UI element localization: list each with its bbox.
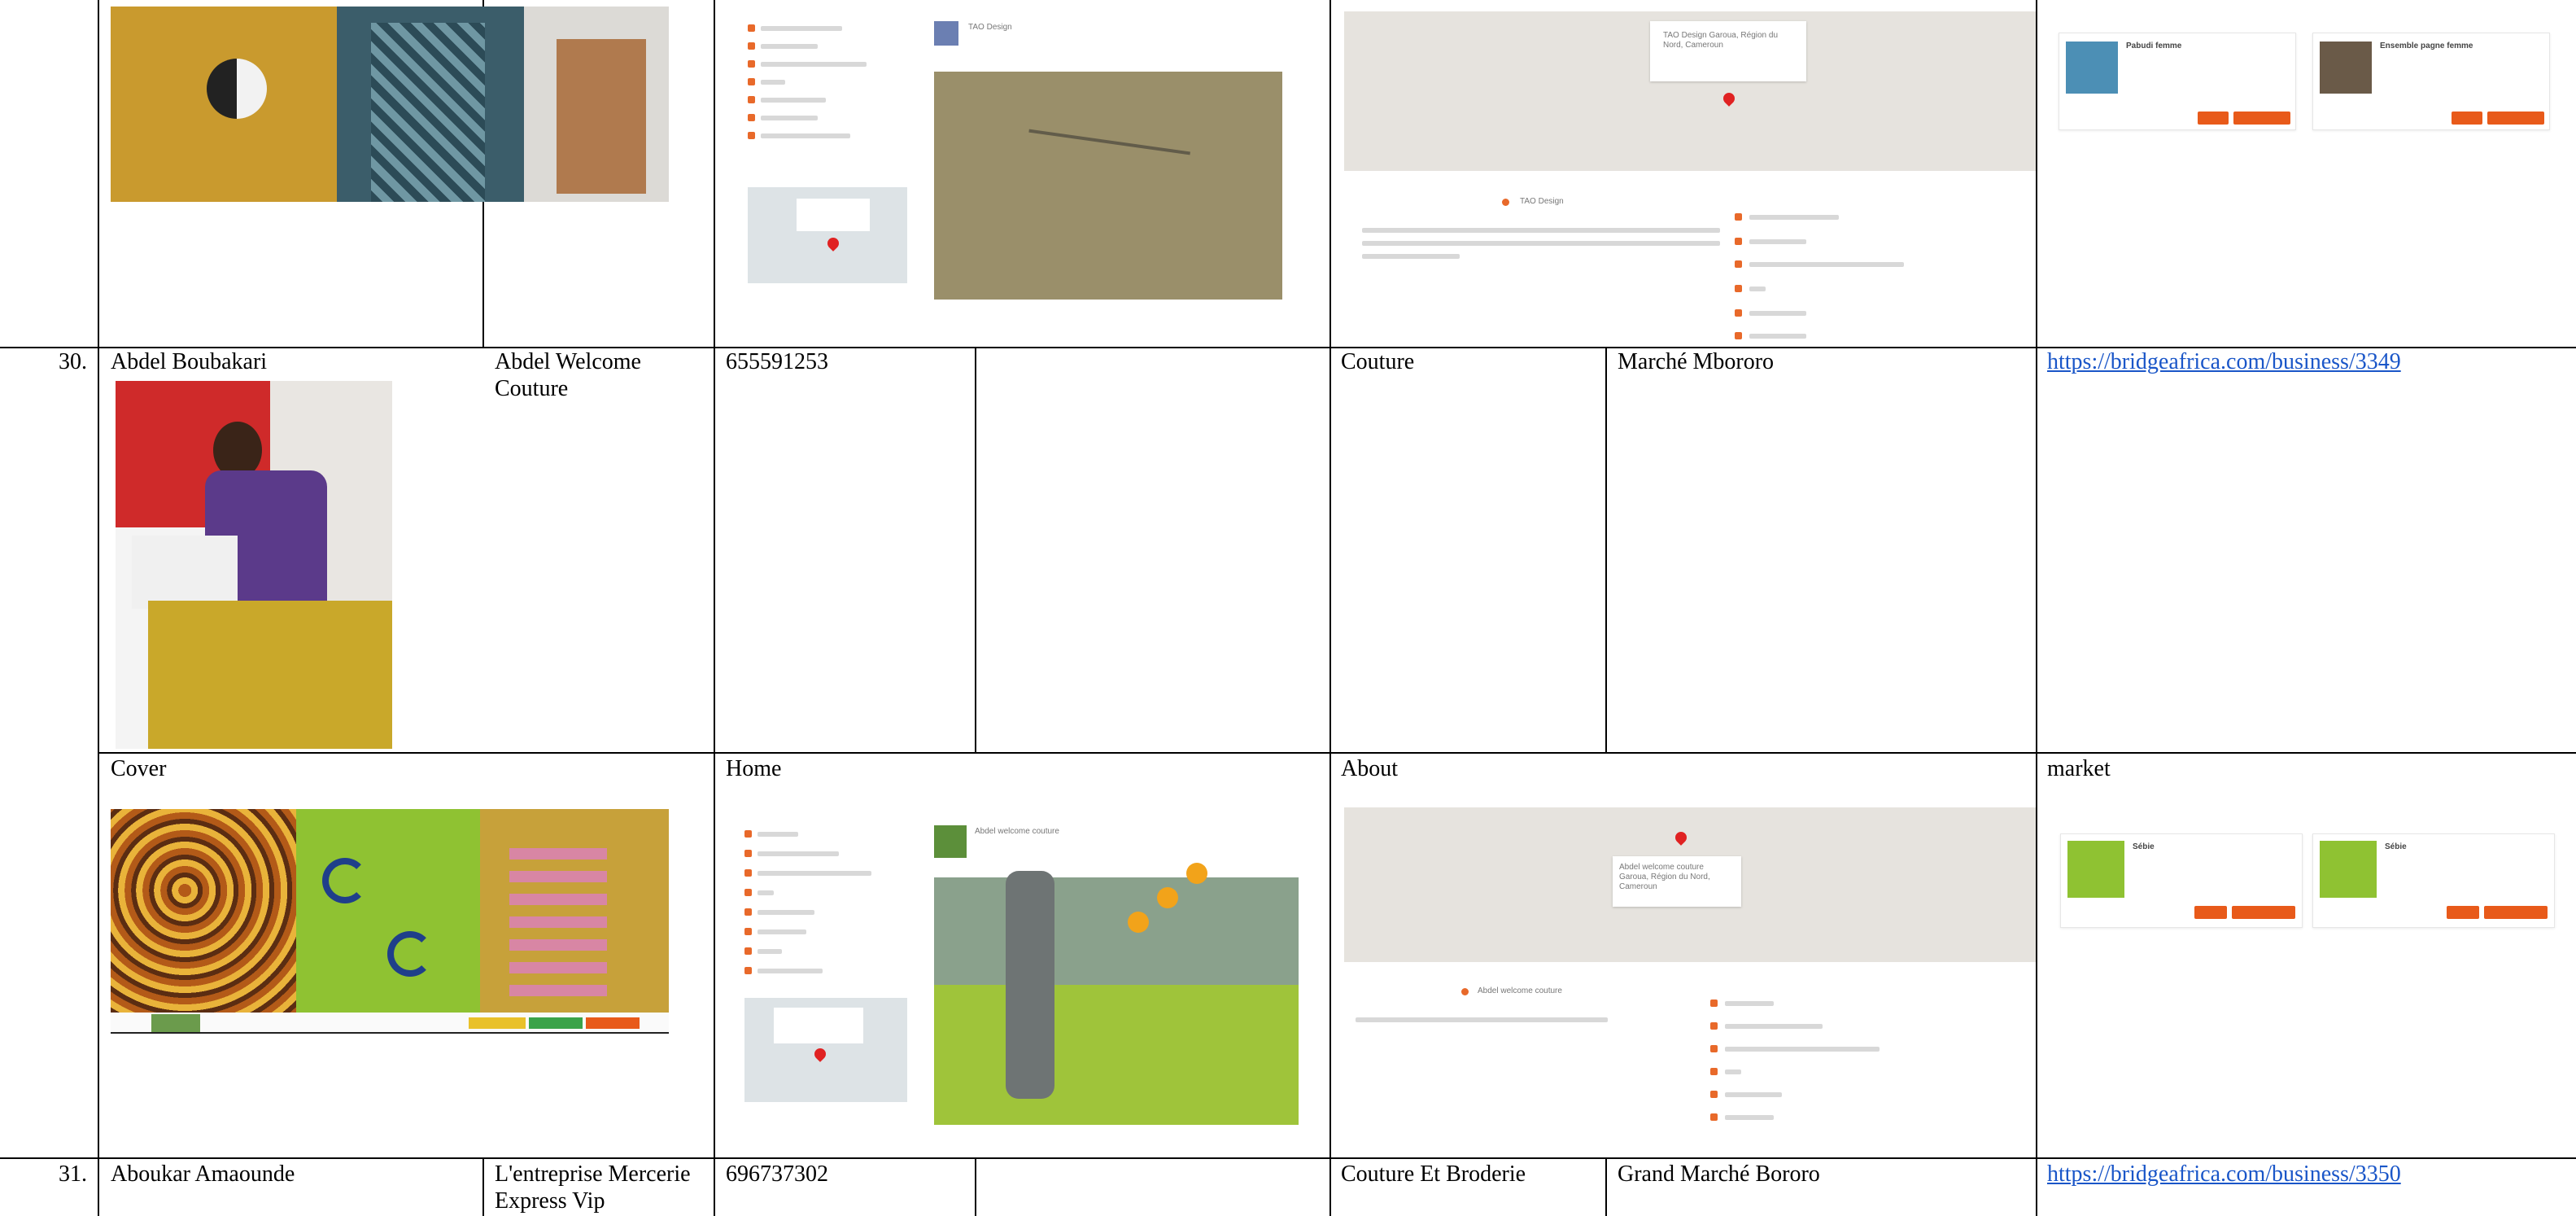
market-item-title: Ensemble pagne femme: [2380, 42, 2473, 50]
business-name: Abdel Welcome Couture: [495, 349, 641, 401]
section-label-about: About: [1341, 756, 1398, 781]
section-label-market: market: [2047, 756, 2111, 781]
grid-line: [98, 0, 99, 1216]
market-item-title: Pabudi femme: [2126, 42, 2182, 50]
home-feed-screenshot: Abdel welcome couture: [932, 822, 1299, 1125]
phone-number: 696737302: [726, 1161, 828, 1187]
business-name: L'entreprise Mercerie Express Vip: [495, 1161, 691, 1214]
cover-screenshot: [111, 7, 669, 202]
phone-number: 655591253: [726, 349, 828, 374]
location: Marché Mbororo: [1618, 349, 1775, 374]
grid-line: [1329, 0, 1331, 1216]
about-name-label: Abdel welcome couture: [1478, 986, 1562, 995]
row-number: 30.: [59, 349, 87, 374]
row-divider: [98, 752, 2576, 754]
grid-line: [482, 1159, 484, 1216]
home-sidebar-screenshot: [736, 7, 917, 291]
business-link[interactable]: https://bridgeafrica.com/business/3349: [2047, 348, 2401, 375]
cover-screenshot: [111, 809, 669, 1039]
home-feed-screenshot: TAO Design: [932, 18, 1282, 300]
business-link[interactable]: https://bridgeafrica.com/business/3350: [2047, 1161, 2401, 1188]
about-name-label: TAO Design: [1520, 197, 1564, 206]
yin-yang-icon: [207, 59, 267, 119]
category: Couture Et Broderie: [1341, 1161, 1526, 1187]
location: Grand Marché Bororo: [1618, 1161, 1820, 1187]
market-item-title: Sébie: [2385, 842, 2407, 851]
row-divider: [0, 1157, 2576, 1159]
grid-line: [975, 348, 976, 754]
owner-photo: [116, 381, 392, 749]
owner-name: Aboukar Amaounde: [111, 1161, 295, 1187]
about-map-caption: Abdel welcome couture Garoua, Région du …: [1619, 863, 1710, 891]
grid-line: [1605, 1159, 1607, 1216]
location-dot-icon: [1461, 988, 1469, 995]
home-sidebar-screenshot: [736, 814, 917, 1112]
grid-line: [1605, 348, 1607, 754]
about-description-line: [1362, 241, 1720, 246]
grid-line: [2036, 0, 2037, 1216]
about-description-line: [1356, 1017, 1608, 1022]
market-screenshot: Sébie Sébie: [2059, 809, 2563, 931]
about-map: TAO Design Garoua, Région du Nord, Camer…: [1344, 11, 2036, 171]
market-screenshot: Pabudi femme Ensemble pagne femme: [2054, 8, 2558, 130]
about-map: Abdel welcome couture Garoua, Région du …: [1344, 807, 2036, 962]
about-map-caption: TAO Design Garoua, Région du Nord, Camer…: [1663, 31, 1779, 50]
section-label-home: Home: [726, 756, 782, 781]
category: Couture: [1341, 349, 1415, 374]
about-description-line: [1362, 228, 1720, 233]
home-card-title: TAO Design: [968, 23, 1012, 32]
location-dot-icon: [1502, 199, 1509, 206]
about-description-line: [1362, 254, 1460, 259]
section-label-cover: Cover: [111, 756, 167, 781]
row-number: 31.: [59, 1161, 87, 1187]
grid-line: [714, 0, 715, 1216]
owner-name: Abdel Boubakari: [111, 349, 268, 374]
market-item-title: Sébie: [2133, 842, 2155, 851]
home-card-title: Abdel welcome couture: [975, 827, 1059, 836]
grid-line: [975, 1159, 976, 1216]
